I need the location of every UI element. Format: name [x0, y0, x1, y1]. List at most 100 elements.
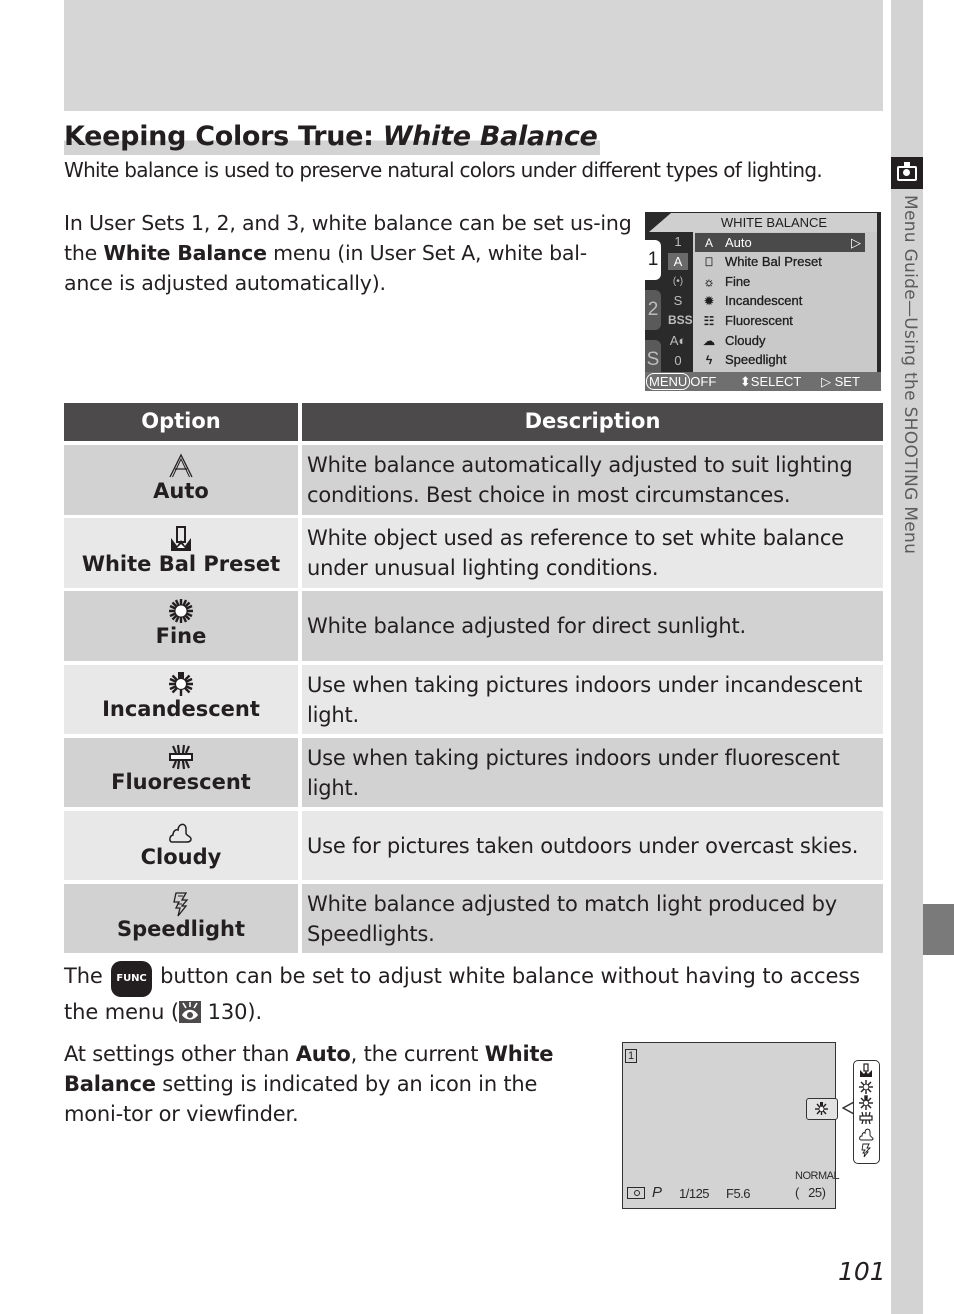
func-button-paragraph: The FUNC button can be set to adjust whi… [64, 961, 884, 1027]
table-row-description: White balance adjusted for direct sunlig… [302, 591, 883, 661]
option-label: Fine [155, 624, 207, 648]
menu-tabs: 1 2 S [645, 232, 663, 380]
incandescent-icon [815, 1102, 828, 1115]
table-row-option: White Bal Preset [64, 518, 298, 588]
menu-tab-1[interactable]: 1 [645, 240, 661, 280]
auto-exposure-icon: A◐ [669, 333, 687, 348]
page-reference-icon [179, 1001, 202, 1023]
menu-footer: MENU OFF ⬍SELECT ▷ SET [645, 372, 881, 391]
table-row-description: Use when taking pictures indoors under i… [302, 665, 883, 734]
title-main: Keeping Colors True: [64, 121, 383, 152]
user-set-a-icon: A [668, 253, 688, 270]
chapter-label: Menu Guide—Using the SHOOTING Menu [900, 195, 920, 555]
fine-icon [169, 599, 193, 623]
table-row-option: Cloudy [64, 811, 298, 880]
table-row-description: White balance automatically adjusted to … [302, 445, 883, 515]
metering-center-icon [627, 1187, 645, 1199]
cloudy-icon: ☁ [703, 334, 715, 348]
option-label: White Bal Preset [81, 552, 281, 576]
para-text: At settings other than [64, 1042, 296, 1066]
table-row-description: Use for pictures taken outdoors under ov… [302, 811, 883, 880]
menu-item-fine[interactable]: ☼ Fine [695, 272, 865, 291]
menu-item-auto[interactable]: A Auto ▷ [695, 233, 865, 252]
option-label: Speedlight [116, 917, 246, 941]
frames-remaining: ( 25) [795, 1185, 826, 1200]
incandescent-icon [859, 1095, 873, 1110]
menu-item-white-bal-preset[interactable]: ⎕ White Bal Preset [695, 252, 865, 271]
table-header-description: Description [302, 403, 883, 441]
menu-item-label: Cloudy [725, 333, 766, 348]
func-button-icon: FUNC [111, 961, 152, 997]
para-text: The [64, 964, 110, 988]
para-bold: White Balance [103, 241, 267, 265]
menu-item-incandescent[interactable]: ✹ Incandescent [695, 291, 865, 310]
menu-item-label: Fluorescent [725, 313, 793, 328]
table-row-option: Speedlight [64, 884, 298, 953]
page-number: 101 [838, 1257, 886, 1286]
menu-item-cloudy[interactable]: ☁ Cloudy [695, 331, 865, 350]
set-hint: ▷ SET [821, 374, 860, 389]
option-label: Fluorescent [111, 770, 251, 794]
bss-icon: BSS [668, 313, 693, 327]
exposure-mode: P [652, 1184, 662, 1201]
menu-item-label: White Bal Preset [725, 254, 822, 269]
menu-key: MENU [646, 373, 691, 390]
aperture: F5.6 [726, 1186, 751, 1201]
menu-item-speedlight[interactable]: ϟ Speedlight [695, 350, 865, 369]
menu-off-hint: OFF [690, 374, 717, 389]
wb-icon-list [859, 1063, 874, 1158]
user-set-1-icon: 1 [674, 234, 682, 249]
fine-icon [859, 1080, 873, 1094]
auto-icon [169, 453, 193, 478]
white-bal-preset-icon [860, 1063, 872, 1077]
table-row-option: Fluorescent [64, 738, 298, 807]
cloudy-icon [859, 1128, 874, 1141]
user-set-indicator: 1 [625, 1049, 637, 1063]
para-bold: Auto [295, 1042, 351, 1066]
menu-item-fluorescent[interactable]: ☷ Fluorescent [695, 311, 865, 330]
menu-item-label: Fine [725, 274, 751, 289]
wb-icon-legend [853, 1060, 880, 1164]
header-band [64, 0, 883, 111]
metering-icon: (•) [672, 276, 684, 287]
menu-tab-2[interactable]: 2 [645, 290, 661, 330]
fluorescent-icon [859, 1111, 873, 1125]
arrow-right-icon: ▷ [851, 235, 861, 250]
page-reference: 130). [201, 1000, 263, 1024]
camera-icon [891, 157, 923, 189]
auto-icon: A [704, 236, 713, 250]
table-row-option: Auto [64, 445, 298, 515]
menu-item-label: Speedlight [725, 352, 787, 367]
fluorescent-icon: ☷ [703, 314, 715, 328]
option-label: Incandescent [102, 697, 260, 721]
menu-item-label: Incandescent [725, 293, 803, 308]
table-header-option: Option [64, 403, 298, 441]
monitor-indicator-paragraph: At settings other than Auto, the current… [64, 1039, 594, 1129]
white-bal-preset-icon: ⎕ [705, 255, 713, 269]
image-quality: NORMAL [795, 1170, 840, 1182]
speedlight-icon: ϟ [705, 353, 713, 367]
menu-item-label: Auto [725, 235, 752, 250]
table-row-description: White object used as reference to set wh… [302, 518, 883, 588]
speedlight-icon [173, 892, 189, 917]
user-sets-paragraph: In User Sets 1, 2, and 3, white balance … [64, 208, 634, 298]
current-wb-indicator [806, 1098, 838, 1120]
menu-title: WHITE BALANCE [649, 213, 877, 232]
chapter-tab-marker [923, 904, 954, 955]
fluorescent-icon [169, 744, 193, 770]
incandescent-icon: ✹ [703, 294, 715, 308]
option-label: Cloudy [140, 845, 222, 869]
shutter-speed: 1/125 [679, 1186, 710, 1201]
white-bal-preset-icon [171, 526, 191, 551]
table-row-option: Fine [64, 591, 298, 661]
para-text: , the current [350, 1042, 485, 1066]
title-emphasis: White Balance [382, 121, 598, 152]
incandescent-icon [169, 672, 193, 696]
table-row-description: White balance adjusted to match light pr… [302, 884, 883, 953]
monitor-display: 1 P 1/125 F5.6 NORMAL ( 25) [622, 1042, 840, 1209]
speedlight-icon [861, 1143, 872, 1158]
fine-icon: ☼ [703, 275, 715, 289]
intro-text: White balance is used to preserve natura… [64, 158, 823, 182]
table-row-description: Use when taking pictures indoors under f… [302, 738, 883, 807]
exposure-comp-icon: 0 [674, 353, 682, 368]
